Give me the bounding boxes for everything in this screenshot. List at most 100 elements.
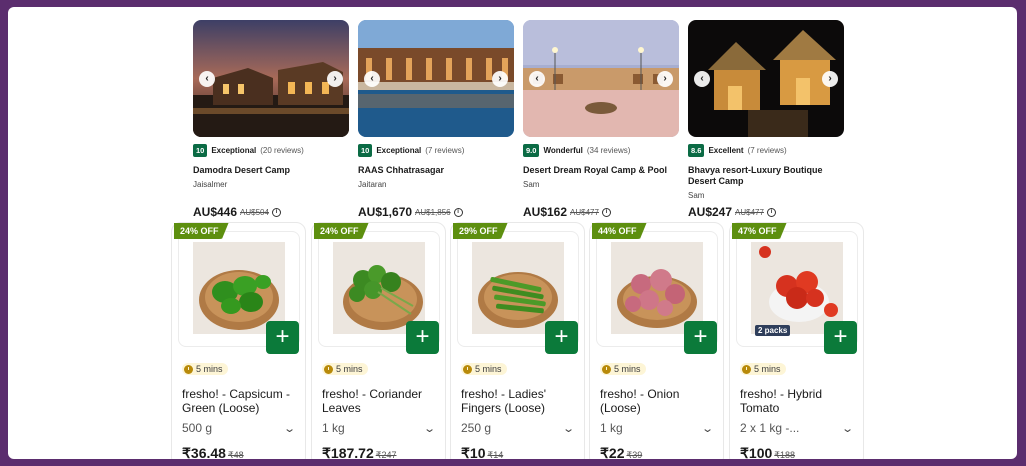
- product-price: ₹10: [461, 445, 486, 459]
- hotel-name[interactable]: Damodra Desert Camp: [193, 165, 349, 176]
- plus-icon: +: [415, 323, 430, 350]
- product-old-price: ₹188: [774, 450, 796, 459]
- product-title[interactable]: fresho! - Ladies' Fingers (Loose): [461, 387, 581, 415]
- hotel-card[interactable]: ‹ › 9.0 Wonderful (34 reviews) Desert Dr…: [523, 20, 679, 219]
- hotel-photo[interactable]: ‹ ›: [358, 20, 514, 137]
- eta-text: 5 mins: [475, 364, 502, 374]
- add-to-cart-button[interactable]: +: [266, 321, 299, 354]
- hotel-location: Jaisalmer: [193, 180, 228, 189]
- quantity-select[interactable]: 500 g ⌄: [182, 421, 296, 435]
- add-to-cart-button[interactable]: +: [824, 321, 857, 354]
- rating-label: Exceptional: [376, 146, 422, 155]
- hotel-price-row: AU$247 AU$477 i: [688, 205, 776, 219]
- quantity-value: 1 kg: [322, 421, 345, 435]
- plus-icon: +: [275, 323, 290, 350]
- chevron-down-icon: ⌄: [700, 422, 714, 435]
- chevron-left-icon[interactable]: ‹: [364, 71, 380, 87]
- chevron-right-icon[interactable]: ›: [657, 71, 673, 87]
- chevron-left-icon[interactable]: ‹: [694, 71, 710, 87]
- product-price-row: ₹187.72 ₹247: [322, 445, 396, 459]
- product-price: ₹187.72: [322, 445, 374, 459]
- discount-badge: 24% OFF: [174, 223, 229, 239]
- delivery-eta: 5 mins: [322, 363, 368, 375]
- product-price-row: ₹10 ₹14: [461, 445, 503, 459]
- plus-icon: +: [554, 323, 569, 350]
- hotel-photo-image: [358, 20, 514, 137]
- rating-label: Exceptional: [211, 146, 257, 155]
- hotel-location: Sam: [523, 180, 540, 189]
- score-badge: 10: [193, 144, 208, 157]
- plus-icon: +: [693, 323, 708, 350]
- hotel-old-price: AU$477: [735, 207, 764, 217]
- product-card[interactable]: 24% OFF + 5 mins fresho! - Capsicum - Gr…: [171, 222, 306, 459]
- hotel-name[interactable]: Bhavya resort-Luxury Boutique Desert Cam…: [688, 165, 844, 187]
- hotel-photo[interactable]: ‹ ›: [523, 20, 679, 137]
- add-to-cart-button[interactable]: +: [684, 321, 717, 354]
- score-badge: 9.0: [523, 144, 540, 157]
- hotel-price: AU$162: [523, 205, 568, 219]
- quantity-select[interactable]: 1 kg ⌄: [322, 421, 436, 435]
- delivery-eta: 5 mins: [182, 363, 228, 375]
- packs-badge: 2 packs: [755, 325, 791, 336]
- product-card[interactable]: 44% OFF + 5 mins fresho! - Onion (Loose)…: [589, 222, 724, 459]
- clock-icon: [184, 364, 193, 374]
- product-card[interactable]: 24% OFF + 5 mins fresho! - Coriander Lea…: [311, 222, 446, 459]
- review-count: (7 reviews): [425, 146, 465, 155]
- page-frame: ‹ › 10 Exceptional (20 reviews) Damodra …: [8, 7, 1017, 459]
- product-title[interactable]: fresho! - Capsicum - Green (Loose): [182, 387, 302, 415]
- product-old-price: ₹39: [626, 450, 643, 459]
- rating-label: Excellent: [708, 146, 744, 155]
- discount-badge: 29% OFF: [453, 223, 508, 239]
- hotel-photo[interactable]: ‹ ›: [193, 20, 349, 137]
- hotel-photo[interactable]: ‹ ›: [688, 20, 844, 137]
- hotel-name[interactable]: Desert Dream Royal Camp & Pool: [523, 165, 679, 176]
- chevron-right-icon[interactable]: ›: [492, 71, 508, 87]
- chevron-left-icon[interactable]: ‹: [199, 71, 215, 87]
- hotel-card[interactable]: ‹ › 8.6 Excellent (7 reviews) Bhavya res…: [688, 20, 844, 219]
- quantity-value: 2 x 1 kg -...: [740, 421, 800, 435]
- chevron-down-icon: ⌄: [840, 422, 854, 435]
- add-to-cart-button[interactable]: +: [406, 321, 439, 354]
- clock-icon: [324, 364, 333, 374]
- product-card[interactable]: 2 packs 47% OFF + 5 mins fresho! - Hybri…: [729, 222, 864, 459]
- hotel-card[interactable]: ‹ › 10 Exceptional (7 reviews) RAAS Chha…: [358, 20, 514, 219]
- rating-label: Wonderful: [543, 146, 583, 155]
- info-icon[interactable]: i: [271, 207, 281, 217]
- info-icon[interactable]: i: [453, 207, 463, 217]
- product-price: ₹36.48: [182, 445, 226, 459]
- eta-text: 5 mins: [614, 364, 641, 374]
- clock-icon: [463, 364, 472, 374]
- hotel-price: AU$446: [193, 205, 238, 219]
- product-price: ₹100: [740, 445, 773, 459]
- quantity-select[interactable]: 2 x 1 kg -... ⌄: [740, 421, 854, 435]
- score-badge: 8.6: [688, 144, 705, 157]
- product-title[interactable]: fresho! - Hybrid Tomato: [740, 387, 860, 415]
- product-price-row: ₹36.48 ₹48: [182, 445, 244, 459]
- add-to-cart-button[interactable]: +: [545, 321, 578, 354]
- product-title[interactable]: fresho! - Coriander Leaves: [322, 387, 442, 415]
- info-icon[interactable]: i: [766, 207, 776, 217]
- chevron-down-icon: ⌄: [561, 422, 575, 435]
- product-price: ₹22: [600, 445, 625, 459]
- product-price-row: ₹100 ₹188: [740, 445, 795, 459]
- review-count: (20 reviews): [260, 146, 304, 155]
- chevron-right-icon[interactable]: ›: [822, 71, 838, 87]
- discount-badge: 47% OFF: [732, 223, 787, 239]
- product-old-price: ₹14: [487, 450, 504, 459]
- quantity-value: 1 kg: [600, 421, 623, 435]
- hotel-name[interactable]: RAAS Chhatrasagar: [358, 165, 514, 176]
- product-card[interactable]: 29% OFF + 5 mins fresho! - Ladies' Finge…: [450, 222, 585, 459]
- hotel-card[interactable]: ‹ › 10 Exceptional (20 reviews) Damodra …: [193, 20, 349, 219]
- chevron-left-icon[interactable]: ‹: [529, 71, 545, 87]
- rating-row: 10 Exceptional (20 reviews): [193, 144, 349, 157]
- quantity-select[interactable]: 250 g ⌄: [461, 421, 575, 435]
- product-title[interactable]: fresho! - Onion (Loose): [600, 387, 720, 415]
- info-icon[interactable]: i: [601, 207, 611, 217]
- chevron-right-icon[interactable]: ›: [327, 71, 343, 87]
- hotel-price: AU$1,670: [358, 205, 413, 219]
- delivery-eta: 5 mins: [600, 363, 646, 375]
- quantity-select[interactable]: 1 kg ⌄: [600, 421, 714, 435]
- quantity-value: 250 g: [461, 421, 492, 435]
- rating-row: 9.0 Wonderful (34 reviews): [523, 144, 679, 157]
- hotel-old-price: AU$1,856: [415, 207, 451, 217]
